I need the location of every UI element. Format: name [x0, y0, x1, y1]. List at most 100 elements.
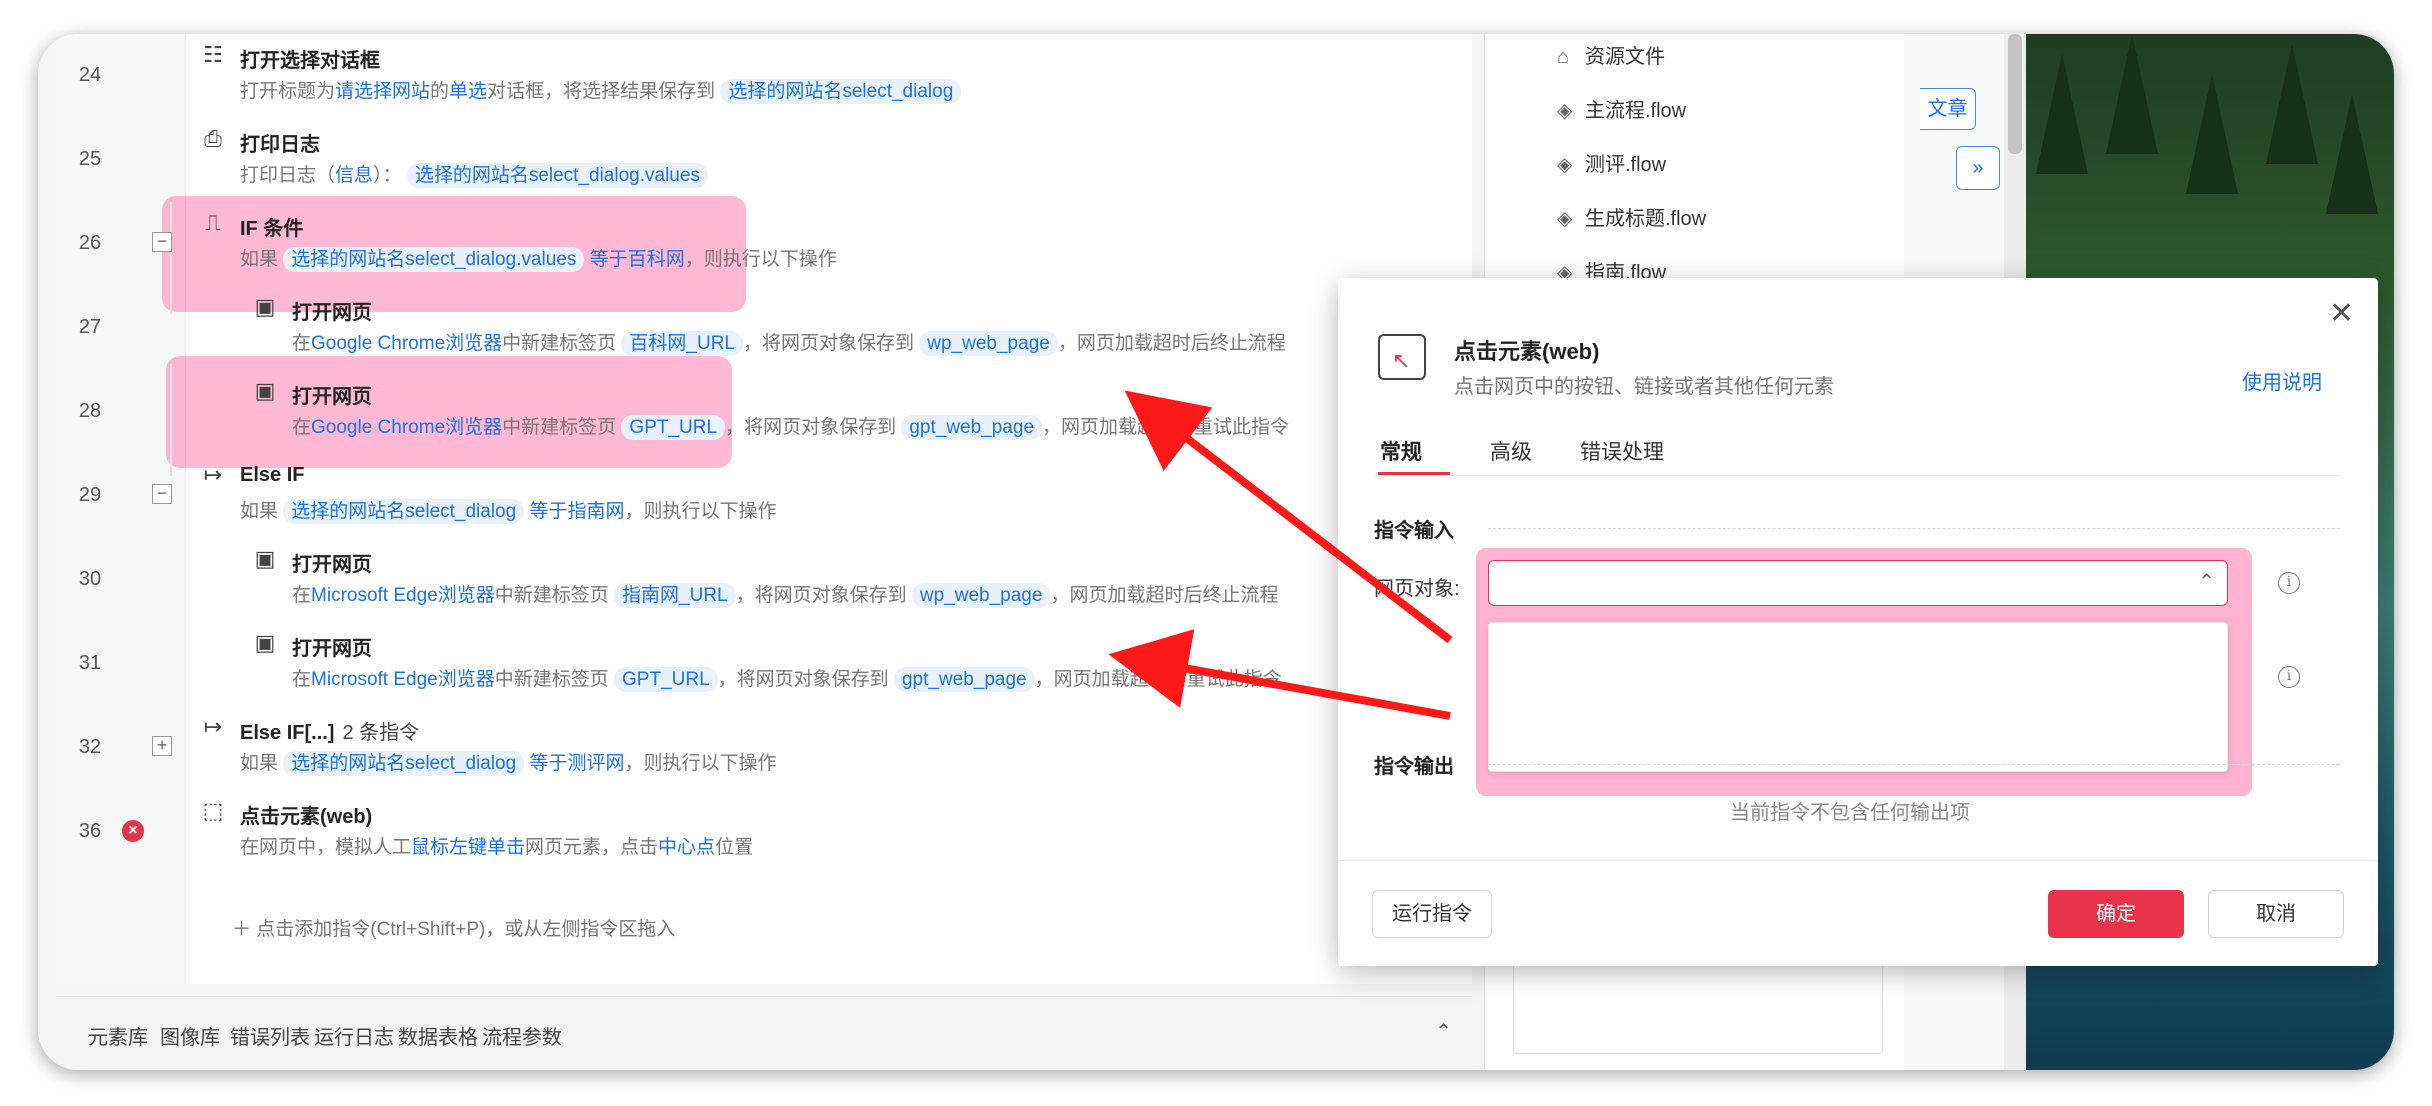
command-row[interactable]: 36 × ⬚ 点击元素(web) 在网页中，模拟人工鼠标左键单击网页元素，点击中心点位置	[56, 790, 1472, 874]
command-title: IF 条件	[240, 218, 304, 240]
line-number: 32	[78, 736, 102, 758]
tab-element-library[interactable]: 元素库	[88, 1021, 148, 1050]
section-input-title: 指令输入	[1374, 520, 1454, 542]
confirm-button[interactable]: 确定	[2048, 890, 2184, 938]
branch-icon: ⎍	[205, 210, 221, 235]
tab-data-table[interactable]: 数据表格	[398, 1021, 478, 1050]
error-icon[interactable]: ×	[122, 820, 144, 842]
variable-tag: gpt_web_page	[901, 415, 1043, 440]
cancel-button[interactable]: 取消	[2208, 890, 2344, 938]
scroll-thumb[interactable]	[2008, 34, 2022, 154]
tree-shape	[2106, 34, 2158, 154]
web-page-object-label: 网页对象:	[1374, 578, 1460, 600]
line-number: 29	[78, 484, 102, 506]
variable-tag: GPT_URL	[621, 415, 726, 440]
command-description: 在Microsoft Edge浏览器中新建标签页 指南网_URL ，将网页对象保存…	[292, 580, 1279, 608]
run-command-button[interactable]: 运行指令	[1372, 890, 1492, 938]
browser-icon: ▣	[254, 546, 276, 571]
tab-advanced[interactable]: 高级	[1490, 436, 1532, 466]
command-row[interactable]: 31 ▣ 打开网页 在Microsoft Edge浏览器中新建标签页 GPT_URL，…	[56, 622, 1472, 706]
description-text: ，网页加载超时后终止流程	[1057, 333, 1286, 354]
command-title: Else IF[...] 2 条指令	[240, 722, 420, 744]
tab-flow-params[interactable]: 流程参数	[482, 1021, 562, 1050]
command-row[interactable]: 30 ▣ 打开网页 在Microsoft Edge浏览器中新建标签页 指南网_URL，…	[56, 538, 1472, 622]
line-number: 28	[78, 400, 102, 422]
add-command-hint[interactable]: ＋ 点击添加指令(Ctrl+Shift+P)，或从左侧指令区拖入	[232, 914, 675, 941]
description-text: Google Chrome浏览器	[311, 417, 503, 438]
dialog-subtitle: 点击网页中的按钮、链接或者其他任何元素	[1454, 376, 1834, 398]
tree-shape	[2036, 54, 2088, 174]
command-description: 如果 选择的网站名select_dialog 等于测评网，则执行以下操作	[240, 748, 777, 776]
info-icon[interactable]: i	[2278, 666, 2300, 688]
tab-error-list[interactable]: 错误列表	[230, 1021, 310, 1050]
command-title: 打开网页	[292, 554, 372, 576]
command-row[interactable]: 32 + ↦ Else IF[...] 2 条指令 如果 选择的网站名select_dia…	[56, 706, 1472, 790]
command-description: 在Microsoft Edge浏览器中新建标签页 GPT_URL ，将网页对象保存…	[292, 664, 1282, 692]
description-text: 中新建标签页	[494, 585, 615, 606]
file-item[interactable]: ◈ 主流程.flow	[1557, 94, 1686, 123]
variable-tag: wp_web_page	[911, 583, 1051, 608]
description-text: 打开标题为	[240, 81, 336, 102]
command-description: 在Google Chrome浏览器中新建标签页 GPT_URL ，将网页对象保存到…	[292, 412, 1289, 440]
description-text: 中心点	[658, 837, 716, 858]
description-text: Microsoft Edge浏览器	[311, 669, 495, 690]
file-item[interactable]: ⌂ 资源文件	[1557, 40, 1665, 69]
line-number: 26	[78, 232, 102, 254]
description-text: 等于测评网	[529, 753, 625, 774]
command-row[interactable]: 24 ☷ 打开选择对话框 打开标题为请选择网站的单选对话框，将选择结果保存到 选择的网…	[56, 34, 1472, 118]
file-item[interactable]: ◈ 测评.flow	[1557, 148, 1666, 177]
command-row[interactable]: 27 ▣ 打开网页 在Google Chrome浏览器中新建标签页 百科网_URL ，将…	[56, 286, 1472, 370]
command-description: 在Google Chrome浏览器中新建标签页 百科网_URL ，将网页对象保存到…	[292, 328, 1286, 356]
article-button[interactable]: 文章	[1920, 88, 1976, 130]
description-text: ，网页加载超时后重试此指令	[1034, 669, 1282, 690]
collapse-toggle[interactable]: −	[152, 232, 172, 252]
description-text: Google Chrome浏览器	[311, 333, 503, 354]
command-description: 如果 选择的网站名select_dialog.values 等于百科网，则执行以…	[240, 244, 837, 272]
tab-image-library[interactable]: 图像库	[160, 1021, 220, 1050]
variable-tag: 选择的网站名select_dialog	[720, 79, 962, 104]
command-row[interactable]: 26 − ⎍ IF 条件如果 选择的网站名select_dialog.values 等…	[56, 202, 1472, 286]
variable-tag: GPT_URL	[614, 667, 718, 692]
line-number: 36	[78, 820, 102, 842]
select-dropdown[interactable]	[1488, 622, 2228, 772]
description-text: 中新建标签页	[494, 669, 615, 690]
browser-icon: ▣	[254, 378, 276, 403]
close-icon[interactable]: ✕	[2329, 296, 2354, 331]
command-title: 点击元素(web)	[240, 806, 373, 828]
info-icon[interactable]: i	[2278, 572, 2300, 594]
description-text: 信息	[335, 165, 374, 186]
description-text: 如果	[240, 753, 284, 774]
variable-tag: 选择的网站名select_dialog.values	[406, 163, 708, 188]
description-text: Microsoft Edge浏览器	[311, 585, 495, 606]
variable-tag: 选择的网站名select_dialog	[283, 751, 525, 776]
variable-tag: wp_web_page	[919, 331, 1058, 356]
expand-button[interactable]: »	[1956, 146, 2000, 190]
description-text: ，网页加载超时后终止流程	[1050, 585, 1279, 606]
section-divider	[1488, 528, 2340, 529]
command-title: Else IF	[240, 464, 305, 486]
tab-divider	[1374, 475, 2340, 476]
section-output-title: 指令输出	[1374, 756, 1454, 778]
help-link[interactable]: 使用说明	[2242, 366, 2322, 395]
tab-run-log[interactable]: 运行日志	[314, 1021, 394, 1050]
web-page-object-select[interactable]: ⌃	[1488, 560, 2228, 606]
command-row[interactable]: 28 ▣ 打开网页 在Google Chrome浏览器中新建标签页 GPT_URL ，将…	[56, 370, 1472, 454]
layers-icon: ◈	[1557, 154, 1573, 176]
variable-tag: 指南网_URL	[614, 583, 736, 608]
variable-tag: gpt_web_page	[893, 667, 1035, 692]
command-title: 打开网页	[292, 638, 372, 660]
collapse-toggle[interactable]: −	[152, 484, 172, 504]
command-row[interactable]: 25 ⎙ 打印日志 打印日志（信息）： 选择的网站名select_dialog.val…	[56, 118, 1472, 202]
cursor-icon: ↖	[1392, 348, 1411, 373]
collapse-panel-icon[interactable]: ⌃	[1435, 1019, 1452, 1044]
footer-divider	[1338, 860, 2378, 861]
expand-toggle[interactable]: +	[152, 736, 172, 756]
tab-general[interactable]: 常规	[1380, 436, 1422, 466]
tree-shape	[2266, 44, 2318, 164]
else-if-icon: ↦	[203, 714, 223, 739]
command-row[interactable]: 29 − ↦ Else IF 如果 选择的网站名select_dialog 等于指南网，…	[56, 454, 1472, 538]
description-text: 单选	[449, 81, 488, 102]
file-item[interactable]: ◈ 生成标题.flow	[1557, 202, 1706, 231]
tab-error-handling[interactable]: 错误处理	[1580, 436, 1664, 466]
description-text: 对话框，将选择结果保存到	[487, 81, 721, 102]
